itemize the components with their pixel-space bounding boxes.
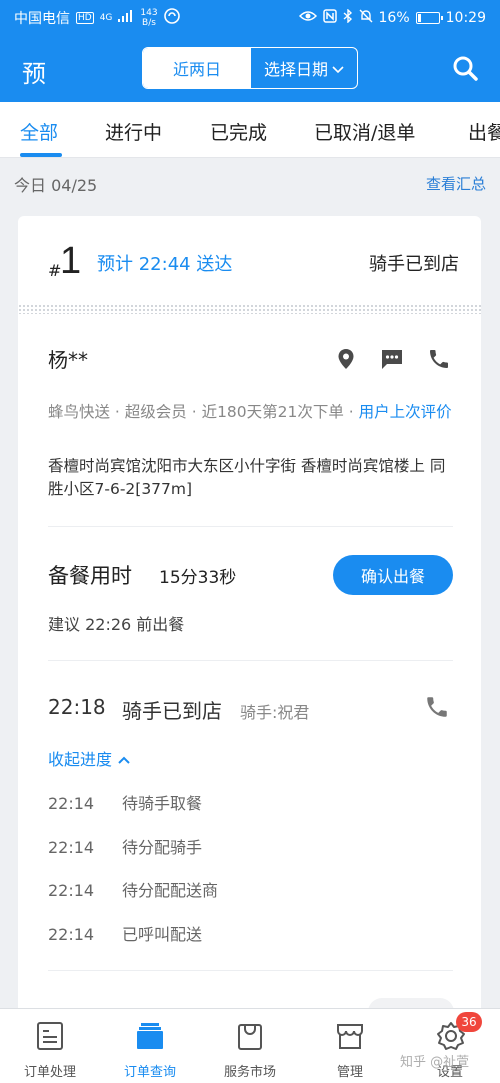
divider bbox=[48, 660, 453, 661]
tab-in-progress[interactable]: 进行中 bbox=[105, 118, 162, 145]
rider-name: 骑手:祝君 bbox=[240, 703, 310, 722]
battery-icon bbox=[415, 12, 443, 24]
service-market-icon bbox=[236, 1021, 264, 1051]
network-speed: 143 B/s bbox=[140, 8, 158, 28]
order-number: 1 bbox=[60, 240, 82, 282]
active-tab-indicator bbox=[20, 153, 62, 157]
prep-time-label: 备餐用时 bbox=[48, 564, 132, 588]
chevron-down-icon bbox=[332, 59, 344, 78]
nav-label: 服务市场 bbox=[223, 1065, 276, 1080]
timeline-text: 待分配配送商 bbox=[122, 881, 219, 900]
customer-name: 杨** bbox=[48, 348, 88, 372]
notification-badge: 36 bbox=[456, 1012, 482, 1032]
nav-label: 订单处理 bbox=[23, 1065, 76, 1080]
tab-meal-out[interactable]: 出餐 bbox=[468, 118, 500, 145]
select-date-tab[interactable]: 选择日期 bbox=[251, 48, 357, 88]
eye-comfort-icon bbox=[298, 10, 317, 26]
watermark: 知乎 @祉萱 bbox=[400, 1055, 470, 1070]
tab-completed[interactable]: 已完成 bbox=[210, 118, 267, 145]
order-query-icon bbox=[136, 1021, 164, 1051]
dotted-divider bbox=[18, 304, 481, 314]
network-type: 4G bbox=[99, 13, 113, 23]
timeline-item: 22:14 已呼叫配送 bbox=[48, 921, 202, 945]
timeline-time: 22:14 bbox=[48, 925, 95, 944]
timeline-item: 22:14 待分配骑手 bbox=[48, 834, 202, 858]
timeline-text: 已呼叫配送 bbox=[122, 925, 203, 944]
nav-settings[interactable]: 36 设置 bbox=[400, 1009, 500, 1083]
rider-phone-icon[interactable] bbox=[424, 694, 450, 720]
bluetooth-icon bbox=[343, 8, 353, 27]
order-eta: 预计 22:44 送达 bbox=[97, 254, 233, 275]
suggested-meal-time: 建议 22:26 前出餐 bbox=[48, 615, 185, 634]
nav-order-query[interactable]: 订单查询 bbox=[100, 1009, 200, 1083]
order-card: # 1 预计 22:44 送达 骑手已到店 杨** 蜂鸟快送 · 超级会员 · … bbox=[18, 216, 481, 1083]
location-icon[interactable] bbox=[334, 347, 358, 371]
divider bbox=[48, 526, 453, 527]
timeline-item: 22:14 待骑手取餐 bbox=[48, 790, 202, 814]
nav-label: 订单查询 bbox=[123, 1065, 176, 1080]
nav-management[interactable]: 管理 bbox=[300, 1009, 400, 1083]
prep-time-value: 15分33秒 bbox=[159, 568, 237, 588]
collapse-progress-label: 收起进度 bbox=[48, 750, 113, 769]
latest-event-text: 骑手已到店 bbox=[122, 699, 222, 723]
search-icon[interactable] bbox=[452, 55, 478, 81]
battery-percent: 16% bbox=[378, 10, 410, 26]
phone-icon[interactable] bbox=[427, 347, 451, 371]
collapse-progress-toggle[interactable]: 收起进度 bbox=[48, 746, 130, 770]
timeline-text: 待分配骑手 bbox=[122, 838, 203, 857]
clock: 10:29 bbox=[445, 10, 486, 26]
app-header: 预 近两日 选择日期 bbox=[0, 36, 500, 102]
order-status-tabs: 全部 进行中 已完成 已取消/退单 出餐 bbox=[0, 102, 500, 158]
nfc-icon bbox=[322, 9, 337, 27]
bottom-navigation: 订单处理 订单查询 服务市场 管理 36 设置 bbox=[0, 1008, 500, 1083]
timeline-time: 22:14 bbox=[48, 794, 95, 813]
last-review-link[interactable]: 用户上次评价 bbox=[359, 403, 452, 421]
date-range-switch: 近两日 选择日期 bbox=[142, 47, 358, 89]
nav-service-market[interactable]: 服务市场 bbox=[200, 1009, 300, 1083]
page-title: 预 bbox=[22, 60, 46, 88]
date-label: 今日 04/25 bbox=[14, 176, 98, 195]
management-icon bbox=[336, 1021, 364, 1051]
latest-event-time: 22:18 bbox=[48, 695, 106, 719]
timeline-time: 22:14 bbox=[48, 881, 95, 900]
status-bar: 中国电信 HD 4G 143 B/s 16% 10:29 bbox=[0, 0, 500, 36]
message-icon[interactable] bbox=[380, 347, 404, 371]
divider bbox=[48, 970, 453, 971]
select-date-label: 选择日期 bbox=[263, 60, 328, 79]
chevron-up-icon bbox=[118, 749, 130, 768]
nav-label: 管理 bbox=[336, 1065, 363, 1080]
timeline-time: 22:14 bbox=[48, 838, 95, 857]
nav-order-processing[interactable]: 订单处理 bbox=[0, 1009, 100, 1083]
timeline-text: 待骑手取餐 bbox=[122, 794, 203, 813]
recent-two-days-tab[interactable]: 近两日 bbox=[143, 48, 251, 88]
mute-icon bbox=[359, 9, 373, 27]
carrier-name: 中国电信 bbox=[14, 11, 70, 27]
order-processing-icon bbox=[36, 1021, 64, 1051]
view-summary-link[interactable]: 查看汇总 bbox=[426, 173, 486, 194]
customer-address: 香檀时尚宾馆沈阳市大东区小什字街 香檀时尚宾馆楼上 同胜小区7-6-2[377m… bbox=[48, 457, 446, 498]
date-row: 今日 04/25 查看汇总 bbox=[0, 158, 500, 204]
customer-meta-text: 蜂鸟快送 · 超级会员 · 近180天第21次下单 · bbox=[48, 403, 359, 421]
hd-badge: HD bbox=[76, 12, 94, 24]
tab-all[interactable]: 全部 bbox=[20, 118, 58, 145]
tab-cancelled[interactable]: 已取消/退单 bbox=[314, 118, 415, 145]
confirm-meal-out-button[interactable]: 确认出餐 bbox=[333, 555, 453, 595]
timeline-item: 22:14 待分配配送商 bbox=[48, 877, 218, 901]
customer-meta: 蜂鸟快送 · 超级会员 · 近180天第21次下单 · 用户上次评价 bbox=[48, 401, 458, 423]
signal-icon bbox=[118, 10, 134, 26]
app-notification-icon bbox=[163, 8, 180, 28]
order-state: 骑手已到店 bbox=[369, 254, 459, 275]
